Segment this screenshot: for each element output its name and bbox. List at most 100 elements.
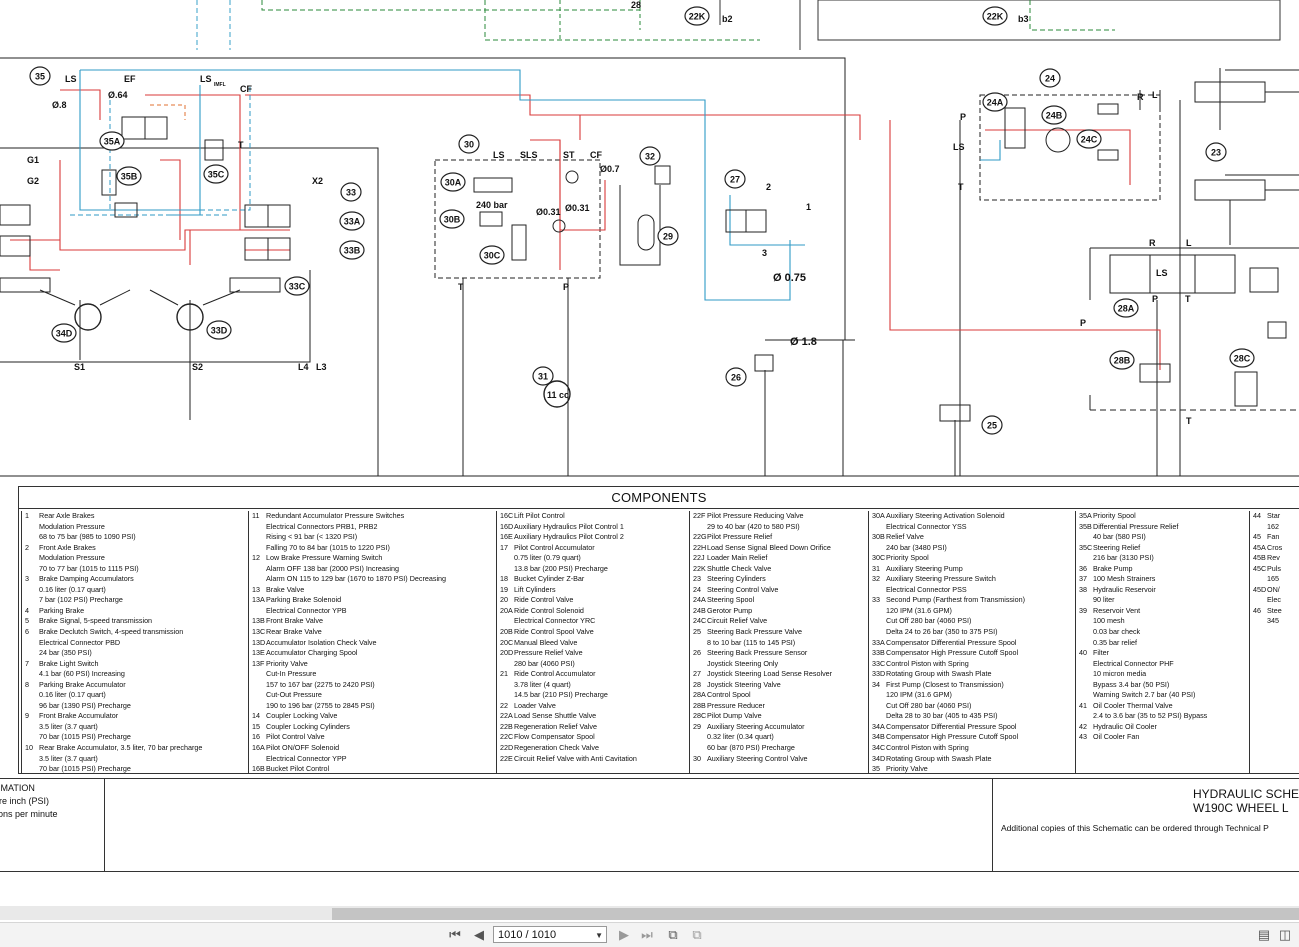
component-entry: 22K Shuttle Check Valve bbox=[693, 564, 869, 575]
callout-30B: 30B bbox=[439, 209, 465, 229]
component-entry: 13E Accumulator Charging Spool bbox=[252, 648, 497, 659]
last-page-icon[interactable]: ⏭ bbox=[638, 927, 656, 943]
port-label: P bbox=[1080, 318, 1086, 328]
component-description: 29 to 40 bar (420 to 580 PSI) bbox=[707, 521, 800, 531]
component-number: 12 bbox=[252, 553, 260, 563]
component-entry: 35B Differential Pressure Relief bbox=[1079, 522, 1250, 533]
component-description: Priority Spool bbox=[886, 553, 929, 563]
component-entry: Electrical Connector YSS bbox=[872, 522, 1076, 533]
component-description: Electrical Connector PBD bbox=[39, 637, 121, 647]
component-entry: 162 bbox=[1253, 522, 1299, 533]
component-entry: 216 bar (3130 PSI) bbox=[1079, 553, 1250, 564]
component-number: 2 bbox=[25, 542, 29, 552]
paste-icon[interactable]: ⧉ bbox=[688, 927, 706, 943]
component-description: 100 Mesh Strainers bbox=[1093, 574, 1156, 584]
component-entry: 13B Front Brake Valve bbox=[252, 616, 497, 627]
component-number: 28B bbox=[693, 700, 706, 710]
component-description: Auxiliary Steering Pump bbox=[886, 563, 963, 573]
component-entry: 8 to 10 bar (115 to 145 PSI) bbox=[693, 638, 869, 649]
component-description: Cut-In Pressure bbox=[266, 669, 317, 679]
component-description: Steering Relief bbox=[1093, 542, 1141, 552]
component-entry: 34 First Pump (Closest to Transmission) bbox=[872, 680, 1076, 691]
component-description: Priority Valve bbox=[886, 764, 928, 773]
component-description: 60 bar (870 PSI) Precharge bbox=[707, 743, 795, 753]
component-description: 0.32 liter (0.34 quart) bbox=[707, 732, 774, 742]
component-number: 32 bbox=[872, 574, 880, 584]
port-label: L3 bbox=[316, 362, 327, 372]
component-entry: 34D Rotating Group with Swash Plate bbox=[872, 754, 1076, 765]
component-description: 24 bar (350 PSI) bbox=[39, 648, 92, 658]
component-entry: 14.5 bar (210 PSI) Precharge bbox=[500, 690, 690, 701]
svg-text:28A: 28A bbox=[1118, 304, 1135, 314]
component-number: 13D bbox=[252, 637, 266, 647]
callout-32: 32 bbox=[639, 146, 661, 166]
first-page-icon[interactable]: ⏮ bbox=[446, 927, 464, 943]
component-number bbox=[872, 627, 886, 638]
component-entry: 4 Parking Brake bbox=[25, 606, 249, 617]
component-number bbox=[1253, 595, 1267, 606]
info-heading: RMATION bbox=[0, 783, 35, 793]
component-entry: 157 to 167 bar (2275 to 2420 PSI) bbox=[252, 680, 497, 691]
component-description: 4.1 bar (60 PSI) Increasing bbox=[39, 669, 125, 679]
component-entry: 13.8 bar (200 PSI) Precharge bbox=[500, 564, 690, 575]
component-description: Parking Brake Solenoid bbox=[266, 595, 342, 605]
component-entry: 15 Coupler Locking Cylinders bbox=[252, 722, 497, 733]
component-number: 4 bbox=[25, 605, 29, 615]
svg-text:30C: 30C bbox=[484, 251, 501, 261]
component-number: 20D bbox=[500, 648, 514, 658]
prev-page-icon[interactable]: ◀ bbox=[470, 927, 488, 943]
component-description: Oil Cooler Fan bbox=[1093, 732, 1140, 742]
component-description: Pilot Pressure Reducing Valve bbox=[707, 511, 804, 520]
callout-22K: 22K bbox=[982, 6, 1008, 26]
component-description: 3.5 liter (3.7 quart) bbox=[39, 753, 98, 763]
component-number: 17 bbox=[500, 542, 508, 552]
scrollbar-thumb[interactable] bbox=[332, 908, 1299, 920]
component-description: 40 bar (580 PSI) bbox=[1093, 532, 1146, 542]
component-number bbox=[872, 522, 886, 533]
component-entry: 33 Second Pump (Farthest from Transmissio… bbox=[872, 595, 1076, 606]
page-number-select[interactable]: 1010 / 1010 ▼ bbox=[493, 926, 607, 943]
component-number: 30B bbox=[872, 532, 885, 542]
component-description: Pressure Reducer bbox=[707, 700, 765, 710]
component-number: 45 bbox=[1253, 532, 1261, 542]
copy-icon[interactable]: ⧉ bbox=[664, 927, 682, 943]
component-number bbox=[252, 564, 266, 575]
component-description: Electrical Connector PHF bbox=[1093, 658, 1174, 668]
callout-33C: 33C bbox=[284, 276, 310, 296]
component-entry: 0.16 liter (0.17 quart) bbox=[25, 585, 249, 596]
component-number bbox=[1079, 690, 1093, 701]
component-number bbox=[1079, 638, 1093, 649]
component-number bbox=[25, 669, 39, 680]
component-number bbox=[252, 543, 266, 554]
component-number bbox=[1079, 659, 1093, 670]
component-number: 33B bbox=[872, 648, 885, 658]
component-number: 34 bbox=[872, 679, 880, 689]
two-page-icon[interactable]: ◫ bbox=[1276, 927, 1294, 943]
component-number bbox=[872, 690, 886, 701]
svg-text:24: 24 bbox=[1045, 74, 1055, 84]
component-number: 33C bbox=[872, 658, 886, 668]
component-description: Loader Valve bbox=[514, 700, 556, 710]
ordering-note: Additional copies of this Schematic can … bbox=[1001, 823, 1269, 833]
component-number: 45A bbox=[1253, 542, 1266, 552]
component-number bbox=[25, 595, 39, 606]
component-entry: 70 bar (1015 PSI) Precharge bbox=[25, 764, 249, 773]
component-description: Rising < 91 bar (< 1320 PSI) bbox=[266, 532, 358, 542]
component-description: Second Pump (Farthest from Transmission) bbox=[886, 595, 1026, 605]
component-entry: 45C Puls bbox=[1253, 564, 1299, 575]
component-entry: 13 Brake Valve bbox=[252, 585, 497, 596]
component-description: Cut Off 280 bar (4060 PSI) bbox=[886, 616, 972, 626]
callout-28B: 28B bbox=[1109, 350, 1135, 370]
single-page-icon[interactable]: ▤ bbox=[1255, 927, 1273, 943]
component-entry: 22 Loader Valve bbox=[500, 701, 690, 712]
component-description: Ride Control Solenoid bbox=[514, 605, 584, 615]
port-label: P bbox=[960, 112, 966, 122]
component-number: 42 bbox=[1079, 721, 1087, 731]
component-description: 68 to 75 bar (985 to 1090 PSI) bbox=[39, 532, 136, 542]
component-description: Low Brake Pressure Warning Switch bbox=[266, 553, 383, 563]
component-description: Star bbox=[1267, 511, 1281, 520]
component-description: Coupler Locking Valve bbox=[266, 711, 338, 721]
component-description: Oil Cooler Thermal Valve bbox=[1093, 700, 1173, 710]
component-number: 13A bbox=[252, 595, 265, 605]
next-page-icon[interactable]: ▶ bbox=[615, 927, 633, 943]
